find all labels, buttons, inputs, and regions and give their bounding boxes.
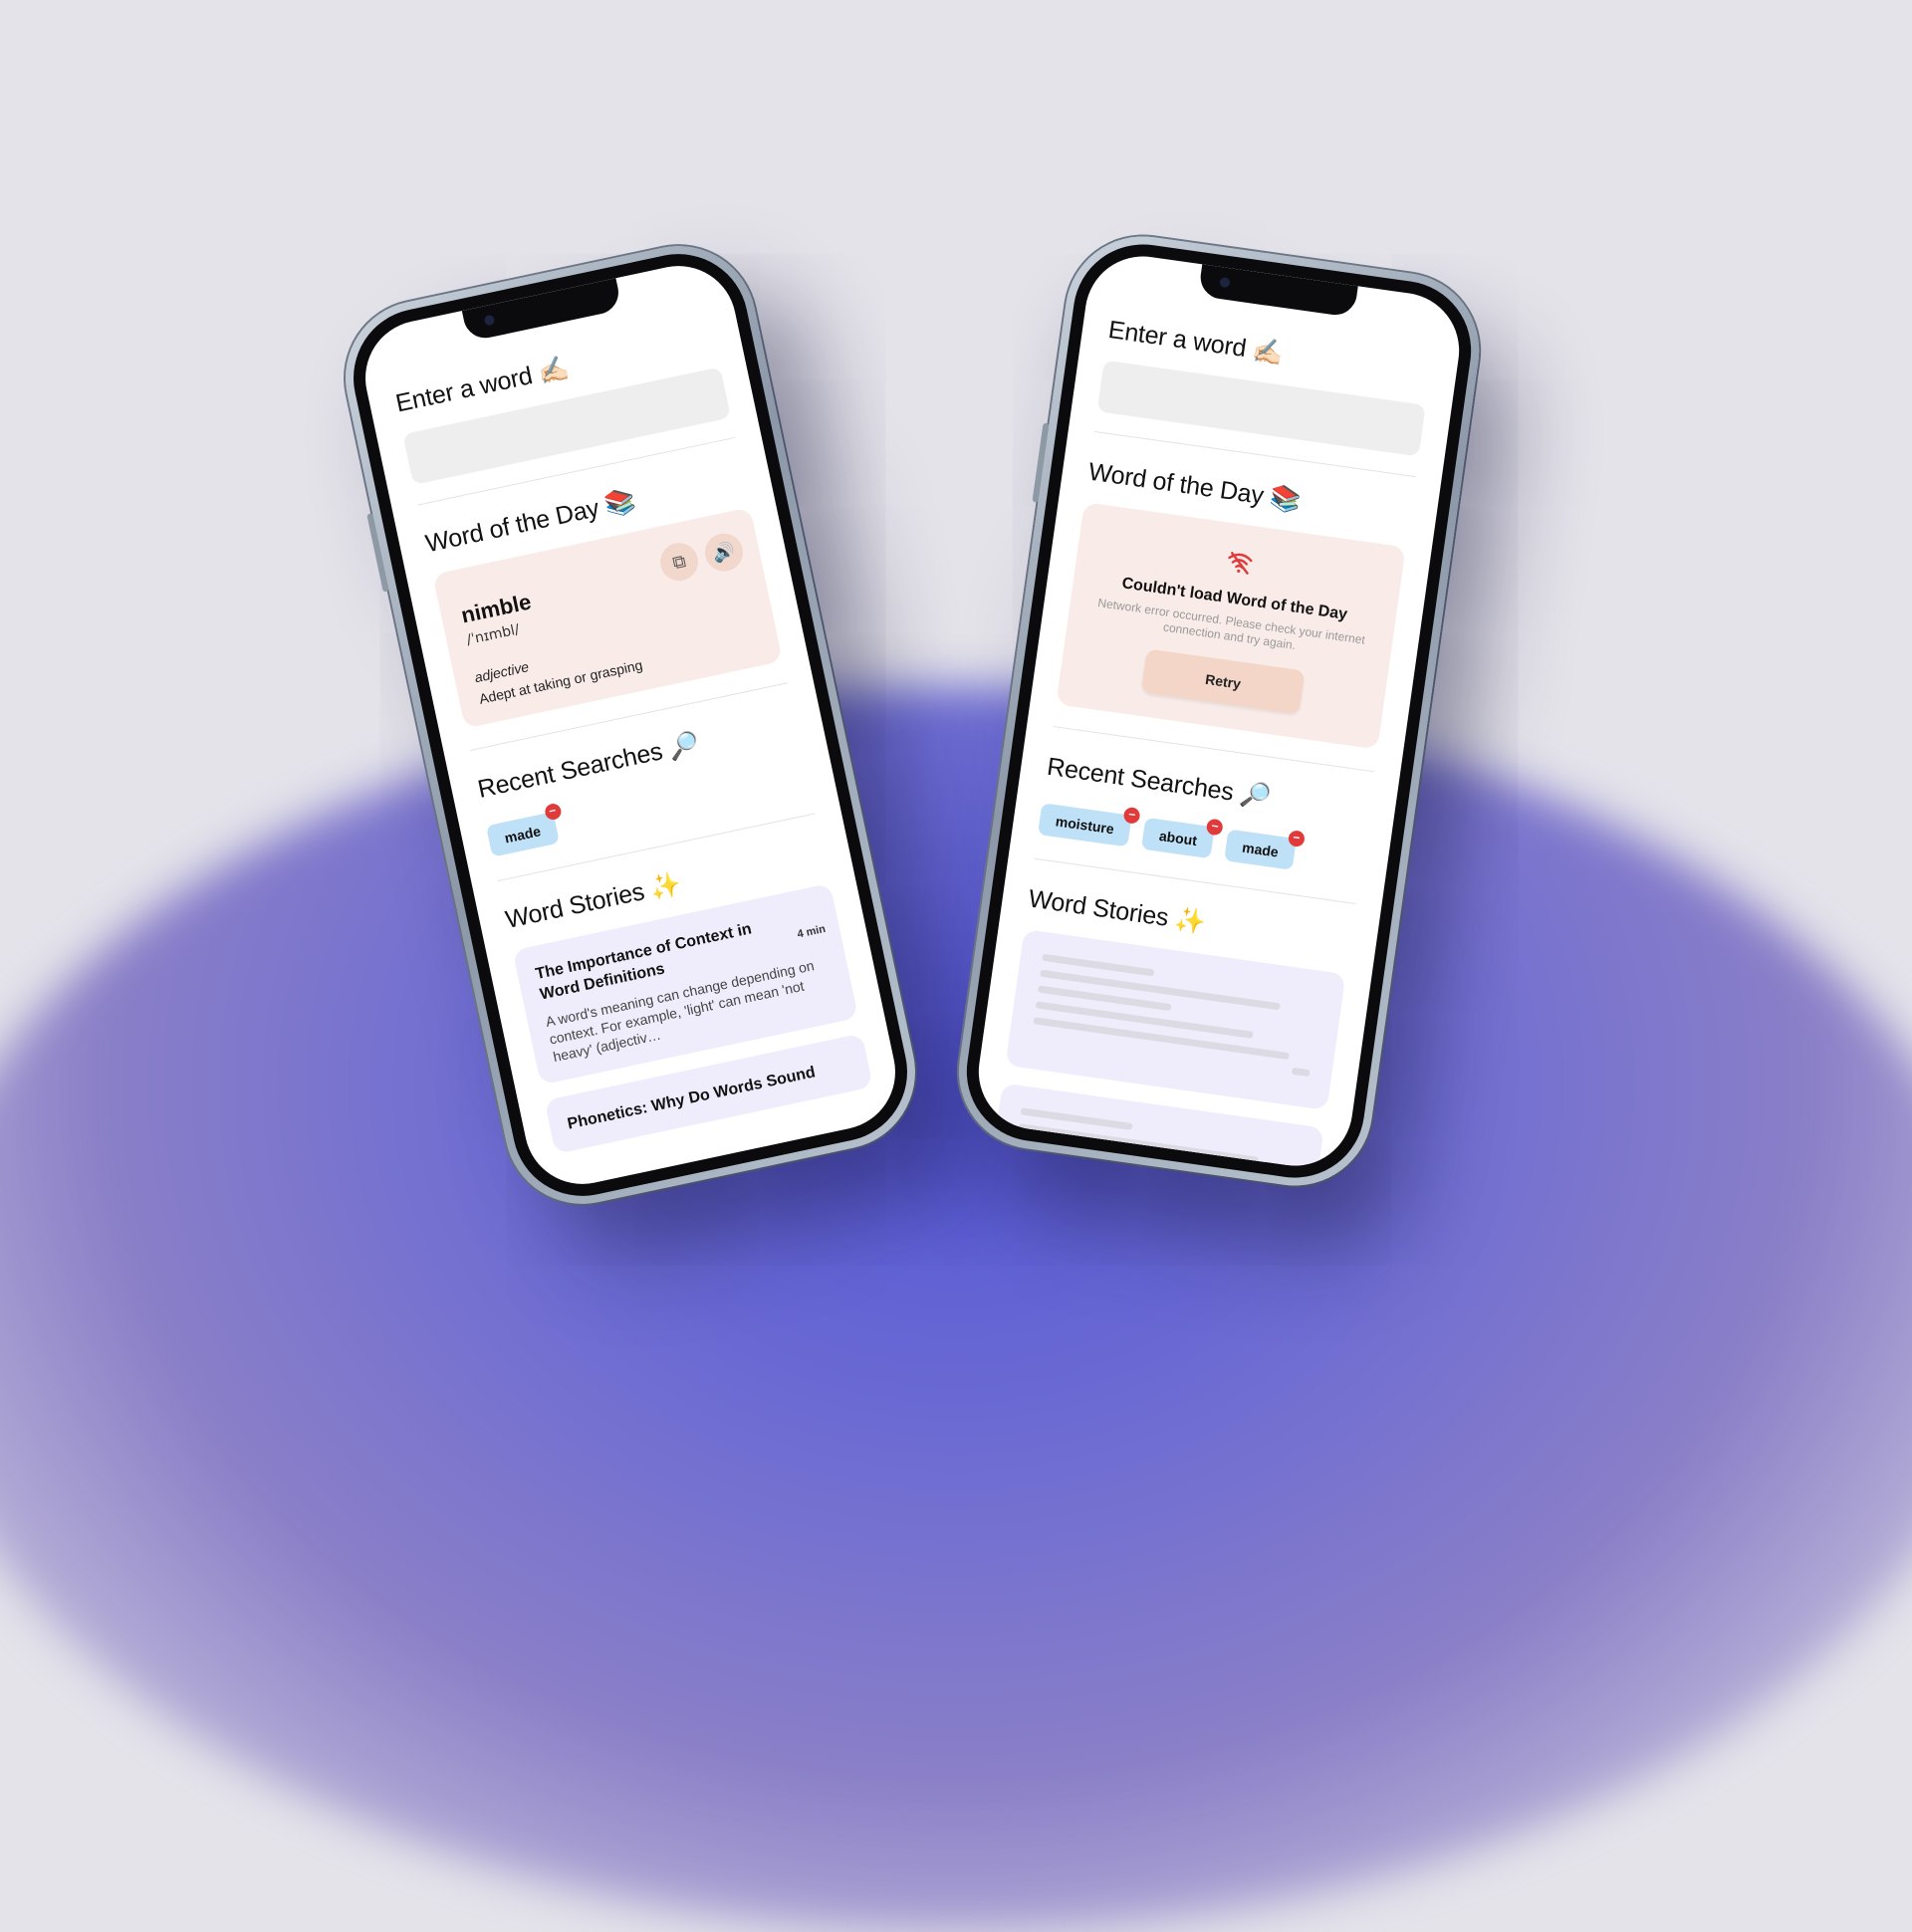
skeleton-line xyxy=(1291,1067,1311,1078)
remove-icon[interactable]: − xyxy=(1122,806,1141,825)
camera-icon xyxy=(483,314,496,327)
recent-search-label: moisture xyxy=(1054,813,1115,838)
camera-icon xyxy=(1219,276,1231,289)
recent-search-label: about xyxy=(1158,827,1199,849)
notch xyxy=(1197,264,1358,318)
app-content: Enter a word ✍🏻 Word of the Day 📚 Couldn… xyxy=(983,316,1432,1174)
recent-search-chip[interactable]: made − xyxy=(1224,829,1306,870)
remove-icon[interactable]: − xyxy=(543,802,563,822)
copy-icon: ⧉ xyxy=(670,550,688,573)
story-read-time: 4 min xyxy=(796,922,828,941)
recent-search-label: made xyxy=(503,823,543,846)
notch xyxy=(461,278,623,343)
remove-icon[interactable]: − xyxy=(1205,818,1225,837)
recent-search-chip[interactable]: made − xyxy=(485,802,563,857)
retry-button[interactable]: Retry xyxy=(1140,648,1306,715)
speaker-icon: 🔊 xyxy=(710,540,737,565)
recent-search-chip[interactable]: about − xyxy=(1141,817,1225,859)
story-skeleton xyxy=(1005,928,1346,1110)
recent-search-label: made xyxy=(1241,839,1280,860)
remove-icon[interactable]: − xyxy=(1287,830,1306,848)
recent-search-chip[interactable]: moisture − xyxy=(1037,803,1141,847)
word-of-day-error-card: Couldn't load Word of the Day Network er… xyxy=(1056,502,1406,750)
background-glow xyxy=(0,687,1912,1932)
